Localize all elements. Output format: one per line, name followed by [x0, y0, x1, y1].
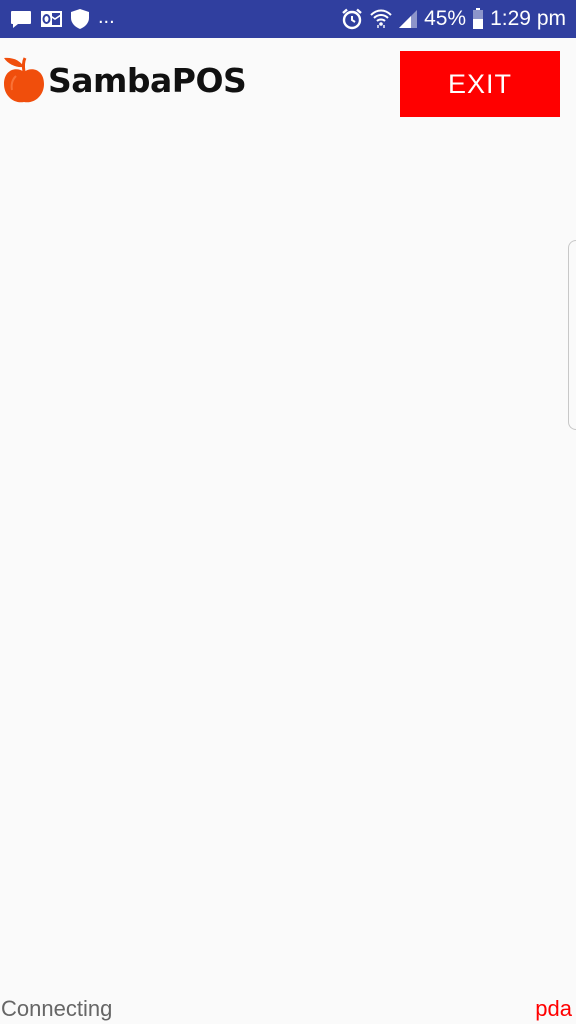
battery-icon — [472, 8, 484, 30]
logo-text: SambaPOS — [48, 60, 247, 100]
message-icon — [10, 8, 32, 30]
alarm-icon — [340, 7, 364, 31]
sambapos-logo: SambaPOS — [2, 54, 247, 106]
app-header: SambaPOS EXIT — [0, 38, 576, 134]
connection-status: Connecting — [1, 996, 113, 1021]
shield-icon — [70, 8, 90, 30]
clock: 1:29 pm — [490, 7, 566, 30]
more-notifications-indicator: ... — [98, 6, 115, 28]
status-bar: ... 45% 1:29 pm — [0, 0, 576, 38]
apple-logo-icon — [2, 54, 46, 106]
notification-icons: ... — [10, 6, 115, 30]
exit-button[interactable]: EXIT — [400, 51, 560, 117]
terminal-name: pda — [535, 996, 572, 1021]
wifi-icon — [370, 8, 392, 30]
main-content-area — [0, 134, 576, 990]
outlook-icon — [40, 8, 62, 30]
battery-percent: 45% — [424, 7, 467, 30]
system-icons: 45% 1:29 pm — [340, 7, 566, 31]
footer-status-bar: Connecting pda — [0, 994, 576, 1024]
edge-panel-handle[interactable] — [568, 240, 576, 430]
signal-icon — [398, 9, 418, 29]
